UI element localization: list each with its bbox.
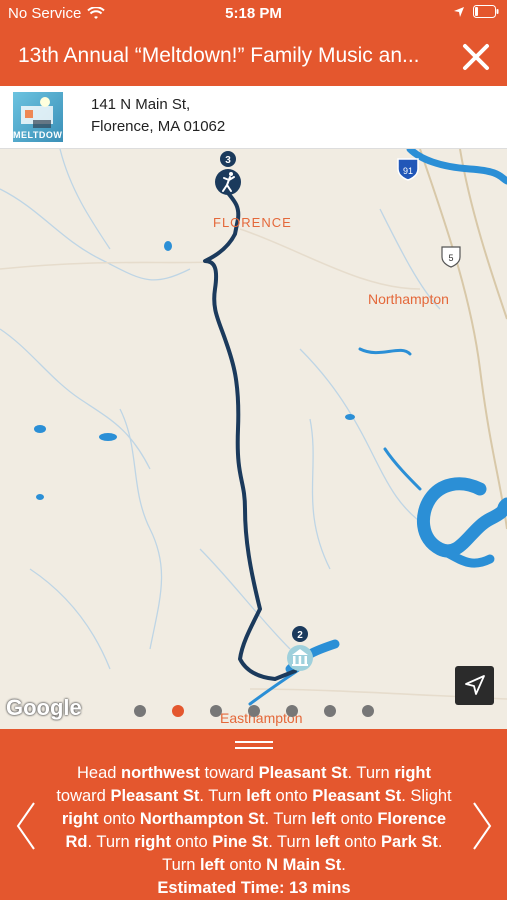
direction-text: onto xyxy=(98,810,140,828)
page-dot[interactable] xyxy=(248,705,260,717)
direction-text: . Turn xyxy=(87,833,135,851)
previous-step-button[interactable] xyxy=(14,801,38,851)
chevron-right-icon xyxy=(473,802,492,850)
next-step-button[interactable] xyxy=(470,801,494,851)
map-view[interactable]: 91 5 3 2 FLORENCE Northampton Easthampto… xyxy=(0,149,507,729)
interstate-number: 91 xyxy=(403,166,413,176)
google-logo[interactable]: Google xyxy=(6,695,82,721)
direction-text: . xyxy=(341,856,346,874)
page-dot[interactable] xyxy=(134,705,146,717)
close-icon xyxy=(463,44,489,70)
direction-text: . Turn xyxy=(199,787,247,805)
marker-3[interactable]: 3 xyxy=(215,151,241,195)
directions-panel: Head northwest toward Pleasant St. Turn … xyxy=(0,729,507,900)
direction-keyword: Pleasant St xyxy=(312,787,402,805)
direction-text: onto xyxy=(339,833,382,851)
direction-keyword: northwest xyxy=(121,764,200,782)
marker-2-number: 2 xyxy=(297,630,303,641)
my-location-button[interactable] xyxy=(455,666,494,705)
page-title: 13th Annual “Meltdown!” Family Music an.… xyxy=(18,44,420,67)
direction-keyword: left xyxy=(246,787,271,805)
estimated-time: Estimated Time: 13 mins xyxy=(157,879,351,897)
direction-keyword: N Main St xyxy=(266,856,342,874)
marker-2[interactable]: 2 xyxy=(287,626,313,671)
directions-text: Head northwest toward Pleasant St. Turn … xyxy=(54,762,454,900)
direction-text: toward xyxy=(199,764,259,782)
map-canvas[interactable]: 91 5 3 2 xyxy=(0,149,507,729)
interstate-shield: 91 xyxy=(397,158,419,181)
page-indicator[interactable] xyxy=(134,705,374,717)
direction-keyword: Pine St xyxy=(212,833,269,851)
thumbnail-caption: MELTDOWN xyxy=(13,130,63,140)
direction-keyword: left xyxy=(200,856,225,874)
direction-keyword: right xyxy=(134,833,171,851)
navigation-arrow-icon xyxy=(465,675,485,695)
header: 13th Annual “Meltdown!” Family Music an.… xyxy=(0,28,507,86)
direction-text: . Turn xyxy=(264,810,312,828)
direction-keyword: right xyxy=(394,764,431,782)
direction-text: . Turn xyxy=(268,833,315,851)
page-dot-active[interactable] xyxy=(172,705,184,717)
direction-text: . Slight xyxy=(401,787,452,805)
direction-keyword: right xyxy=(61,810,99,828)
direction-keyword: Park St xyxy=(381,833,438,851)
map-label-northampton: Northampton xyxy=(368,291,449,307)
event-thumbnail[interactable]: MELTDOWN xyxy=(13,92,63,142)
page-dot[interactable] xyxy=(286,705,298,717)
clock: 5:18 PM xyxy=(225,5,282,22)
address-bar xyxy=(0,86,507,149)
direction-keyword: Pleasant St xyxy=(258,764,348,782)
direction-keyword: left xyxy=(311,810,337,828)
status-bar: No Service 5:18 PM xyxy=(0,0,507,28)
direction-text: onto xyxy=(270,787,313,805)
page-dot[interactable] xyxy=(362,705,374,717)
direction-text: . Turn xyxy=(347,764,395,782)
map-label-florence: FLORENCE xyxy=(213,215,292,230)
us-route-number: 5 xyxy=(448,253,453,263)
address-line1: 141 N Main St, xyxy=(91,96,191,113)
address-line2: Florence, MA 01062 xyxy=(91,118,226,135)
direction-keyword: Northampton St xyxy=(139,810,265,828)
direction-keyword: left xyxy=(314,833,340,851)
battery-icon xyxy=(473,5,499,18)
direction-keyword: Pleasant St xyxy=(110,787,200,805)
direction-text: onto xyxy=(170,833,213,851)
page-dot[interactable] xyxy=(210,705,222,717)
drag-handle[interactable] xyxy=(235,741,273,749)
chevron-left-icon xyxy=(16,802,35,850)
location-arrow-icon xyxy=(454,6,464,17)
direction-text: onto xyxy=(336,810,378,828)
directions-steps: Head northwest toward Pleasant St. Turn … xyxy=(56,764,451,874)
close-button[interactable] xyxy=(459,40,493,74)
marker-3-number: 3 xyxy=(225,155,231,166)
direction-text: toward xyxy=(56,787,111,805)
page-dot[interactable] xyxy=(324,705,336,717)
direction-text: Head xyxy=(77,764,122,782)
direction-text: onto xyxy=(224,856,267,874)
